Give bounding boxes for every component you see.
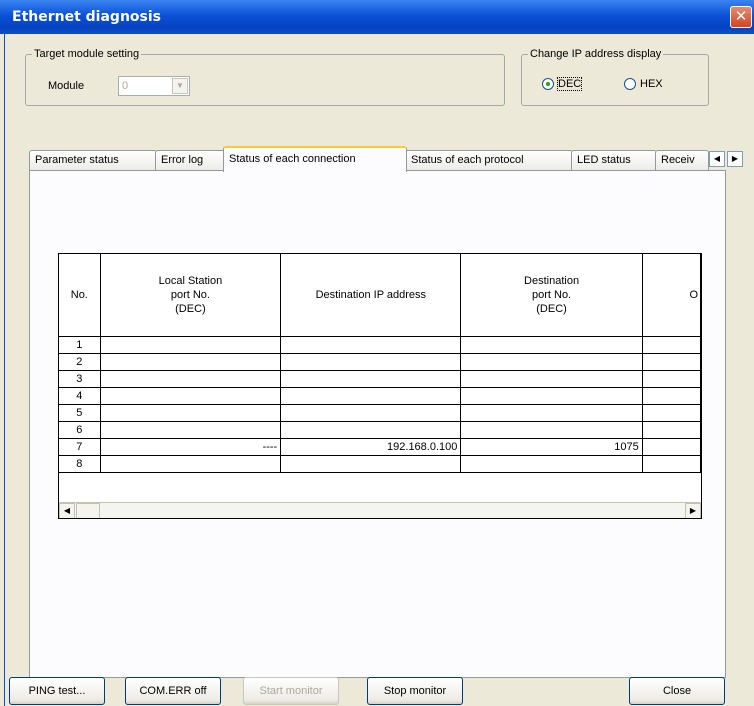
table-cell (642, 438, 701, 456)
ip-display-legend: Change IP address display (530, 48, 662, 60)
table-cell (280, 404, 462, 422)
radio-hex-indicator[interactable] (624, 78, 636, 90)
table-cell (280, 387, 462, 405)
window-title: Ethernet diagnosis (12, 9, 161, 25)
module-select: 0 ▼ (118, 76, 190, 96)
table-cell (642, 336, 701, 354)
table-cell (460, 370, 643, 388)
table-cell (642, 421, 701, 439)
stop-monitor-button[interactable]: Stop monitor (367, 677, 463, 705)
table-cell (100, 455, 282, 473)
title-bar: Ethernet diagnosis ✕ (0, 0, 754, 34)
tab-panel-connections: No. Local Station port No. (DEC) Destina… (29, 170, 726, 678)
table-row[interactable]: 1 (59, 336, 701, 354)
row-number-cell: 8 (59, 455, 101, 473)
tab-status-of-each-connection[interactable]: Status of each connection (223, 146, 407, 172)
table-cell (100, 421, 282, 439)
table-cell (280, 336, 462, 354)
table-header-row: No. Local Station port No. (DEC) Destina… (59, 254, 701, 337)
triangle-right-icon[interactable]: ▶ (685, 503, 701, 518)
target-module-group: Target module setting Module 0 ▼ (25, 48, 505, 106)
close-button[interactable]: Close (629, 677, 725, 705)
table-cell (460, 336, 643, 354)
scroll-thumb[interactable] (76, 503, 100, 518)
table-cell (460, 404, 643, 422)
col-header-no[interactable]: No. (59, 254, 101, 337)
tab-receive[interactable]: Receiv (655, 150, 709, 171)
tab-error-log[interactable]: Error log (155, 150, 225, 171)
table-cell: ---- (100, 438, 282, 456)
table-cell (642, 370, 701, 388)
table-row[interactable]: 3 (59, 370, 701, 388)
table-cell (280, 455, 462, 473)
row-number-cell: 5 (59, 404, 101, 422)
triangle-left-icon[interactable]: ◀ (59, 503, 75, 518)
tab-parameter-status[interactable]: Parameter status (29, 150, 157, 171)
table-cell: 192.168.0.100 (280, 438, 462, 456)
col-header-dest-ip[interactable]: Destination IP address (280, 254, 462, 337)
close-icon[interactable]: ✕ (730, 6, 752, 28)
table-cell (642, 455, 701, 473)
row-number-cell: 2 (59, 353, 101, 371)
table-cell (460, 353, 643, 371)
table-cell (460, 421, 643, 439)
table-row[interactable]: 2 (59, 353, 701, 371)
table-row[interactable]: 4 (59, 387, 701, 405)
start-monitor-button[interactable]: Start monitor (243, 677, 339, 705)
chevron-down-icon: ▼ (172, 78, 188, 94)
table-cell (280, 421, 462, 439)
row-number-cell: 3 (59, 370, 101, 388)
radio-dec[interactable]: DEC (542, 77, 583, 91)
table-row[interactable]: 8 (59, 455, 701, 473)
col-header-local-port[interactable]: Local Station port No. (DEC) (100, 254, 282, 337)
row-number-cell: 6 (59, 421, 101, 439)
table-cell: 1075 (460, 438, 643, 456)
horizontal-scrollbar[interactable]: ◀ ▶ (59, 502, 701, 518)
radio-dec-indicator[interactable] (542, 78, 554, 90)
target-module-legend: Target module setting (34, 48, 140, 60)
radio-hex-label[interactable]: HEX (640, 78, 663, 90)
radio-dec-label[interactable]: DEC (556, 77, 583, 91)
tab-status-of-each-protocol[interactable]: Status of each protocol (405, 150, 573, 171)
table-cell (100, 353, 282, 371)
ip-display-group: Change IP address display DEC HEX (521, 48, 709, 106)
row-number-cell: 1 (59, 336, 101, 354)
table-body: 1 2 3 4 5 6 7 ---- 192.168.0.100 1075 8 (59, 336, 701, 473)
table-cell (280, 370, 462, 388)
triangle-left-icon[interactable]: ◀ (709, 151, 725, 167)
col-header-open[interactable]: O (642, 254, 701, 337)
com-err-off-button[interactable]: COM.ERR off (125, 677, 221, 705)
table-cell (100, 336, 282, 354)
window-body: Target module setting Module 0 ▼ Change … (4, 34, 754, 706)
col-header-dest-port[interactable]: Destination port No. (DEC) (460, 254, 643, 337)
table-cell (642, 387, 701, 405)
table-cell (642, 353, 701, 371)
table-row[interactable]: 6 (59, 421, 701, 439)
table-row[interactable]: 5 (59, 404, 701, 422)
table-cell (100, 387, 282, 405)
table-cell (460, 455, 643, 473)
ping-test-button[interactable]: PING test... (9, 677, 105, 705)
table-cell (100, 404, 282, 422)
table-row[interactable]: 7 ---- 192.168.0.100 1075 (59, 438, 701, 456)
connection-table: No. Local Station port No. (DEC) Destina… (58, 253, 702, 519)
triangle-right-icon[interactable]: ▶ (727, 151, 743, 167)
table-cell (642, 404, 701, 422)
table-cell (460, 387, 643, 405)
module-label: Module (48, 80, 85, 92)
module-value: 0 (122, 80, 129, 92)
row-number-cell: 4 (59, 387, 101, 405)
table-cell (280, 353, 462, 371)
radio-hex[interactable]: HEX (624, 78, 663, 90)
table-cell (100, 370, 282, 388)
tab-led-status[interactable]: LED status (571, 150, 657, 171)
row-number-cell: 7 (59, 438, 101, 456)
connection-grid: No. Local Station port No. (DEC) Destina… (59, 254, 701, 473)
